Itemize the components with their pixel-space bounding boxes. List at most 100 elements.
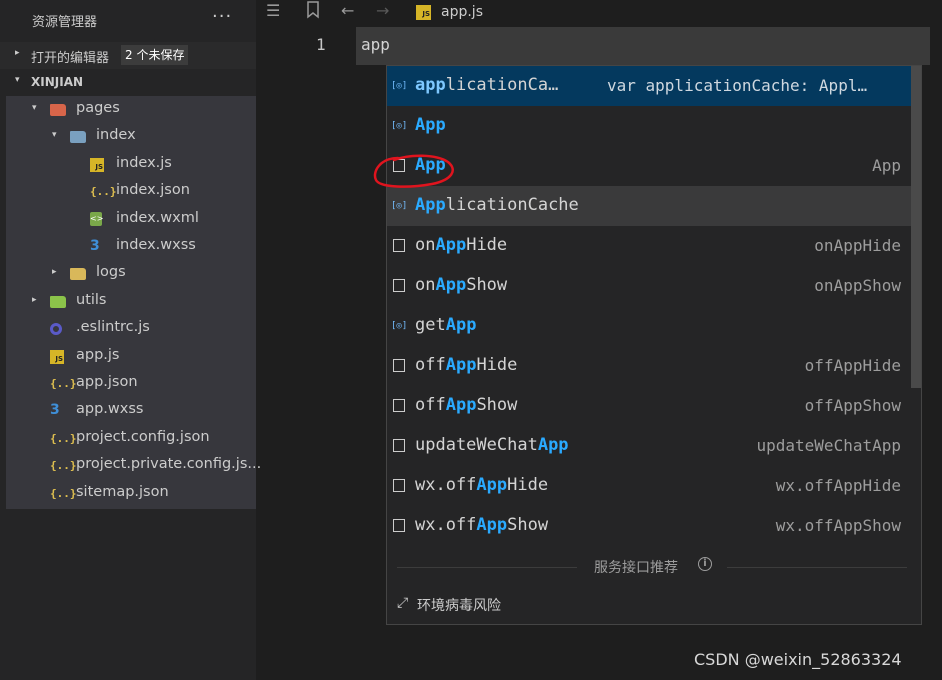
tree-item[interactable]: .eslintrc.js [6, 315, 256, 342]
suggestion-label: updateWeChatApp [415, 435, 569, 455]
suggestion-item[interactable]: offAppHide offAppHide [387, 346, 911, 386]
variable-icon: [◎] [391, 121, 408, 131]
tree-item[interactable]: JS index.js [6, 151, 256, 178]
tree-item[interactable]: <> index.wxml [6, 206, 256, 233]
suggestion-detail: onAppShow [814, 276, 901, 295]
info-icon[interactable]: i [698, 557, 712, 571]
chevron-right-icon: ▸ [32, 294, 37, 305]
more-actions-icon[interactable]: ··· [212, 6, 232, 27]
css-file-icon: 3 [50, 402, 60, 419]
js-file-icon: JS [90, 157, 104, 172]
breadcrumb-file[interactable]: app.js [441, 4, 483, 20]
external-link-icon: ⤢ [397, 595, 409, 611]
module-icon [393, 359, 405, 372]
tree-item-label: project.config.json [76, 428, 210, 445]
folder-green-icon [50, 295, 66, 308]
open-editors-label: 打开的编辑器 [31, 51, 110, 66]
tree-item-label: .eslintrc.js [76, 319, 150, 336]
tree-item-label: utils [76, 291, 107, 308]
tree-item-label: app.wxss [76, 401, 144, 418]
suggestion-item[interactable]: onAppShow onAppShow [387, 266, 911, 306]
suggestion-label: offAppHide [415, 355, 517, 375]
tree-item[interactable]: ▸ utils [6, 288, 256, 315]
module-icon [393, 439, 405, 452]
suggestion-item[interactable]: [◎] App [387, 106, 911, 146]
suggestion-item[interactable]: [◎] getApp [387, 306, 911, 346]
tree-item[interactable]: ▾ index [6, 123, 256, 150]
divider [397, 567, 577, 568]
label-rest: Show [507, 515, 549, 535]
eslint-file-icon [50, 323, 62, 336]
tree-item[interactable]: {..} sitemap.json [6, 480, 256, 507]
js-file-icon: JS [416, 5, 431, 20]
forward-arrow-icon[interactable]: → [376, 1, 389, 20]
tree-item-label: sitemap.json [76, 483, 169, 500]
suggestion-item[interactable]: App App [387, 146, 911, 186]
label-rest: Hide [466, 235, 508, 255]
suggest-scrollbar[interactable] [911, 66, 921, 388]
suggestion-detail: offAppHide [804, 356, 901, 375]
tree-item[interactable]: {..} index.json [6, 178, 256, 205]
suggestion-detail: updateWeChatApp [756, 436, 902, 455]
list-icon[interactable]: ☰ [266, 1, 280, 20]
folder-red-open-icon [50, 104, 66, 116]
label-match: App [537, 435, 569, 455]
project-section[interactable]: ▾ XINJIAN [0, 69, 256, 96]
label-match: App [445, 395, 477, 415]
unsaved-badge: 2 个未保存 [121, 45, 189, 65]
suggestion-item[interactable]: wx.offAppShow wx.offAppShow [387, 506, 911, 546]
suggestion-item[interactable]: updateWeChatApp updateWeChatApp [387, 426, 911, 466]
suggestion-label: ApplicationCache [415, 195, 579, 215]
suggestion-label: onAppShow [415, 275, 507, 295]
chevron-down-icon: ▾ [15, 75, 20, 85]
tree-item[interactable]: ▾ pages [6, 96, 256, 123]
suggestion-label: offAppShow [415, 395, 517, 415]
label-match: App [476, 515, 508, 535]
json-file-icon: {..} [50, 459, 77, 473]
tree-item[interactable]: ▸ logs [6, 260, 256, 287]
json-file-icon: {..} [90, 185, 117, 199]
label-prefix: get [415, 315, 446, 335]
tree-item[interactable]: 3 app.wxss [6, 397, 256, 424]
label-match: App [476, 475, 508, 495]
json-file-icon: {..} [50, 377, 77, 390]
tree-item-label: app.json [76, 374, 138, 390]
suggestion-detail: onAppHide [814, 236, 901, 255]
editor-toolbar: ☰ ← → [256, 0, 942, 26]
suggestion-label: onAppHide [415, 235, 507, 255]
suggestion-item[interactable]: wx.offAppHide wx.offAppHide [387, 466, 911, 506]
chevron-right-icon: ▸ [15, 48, 20, 58]
label-match: app [415, 75, 446, 95]
tree-item[interactable]: 3 index.wxss [6, 233, 256, 260]
module-icon [393, 279, 405, 292]
tree-item[interactable]: {..} app.json [6, 370, 256, 397]
bookmark-icon[interactable] [306, 1, 320, 23]
suggestion-item[interactable]: onAppHide onAppHide [387, 226, 911, 266]
tree-item[interactable]: JS app.js [6, 343, 256, 370]
divider [727, 567, 907, 568]
module-icon [393, 519, 405, 532]
label-match: App [445, 315, 477, 335]
suggest-widget: wx.offAppShow wx.offAppShow wx.offAppHide w… [386, 65, 922, 625]
variable-icon: [◎] [391, 201, 408, 211]
label-prefix: on [415, 235, 436, 255]
module-icon [393, 399, 405, 412]
variable-icon: [◎] [391, 81, 408, 91]
suggestion-detail: wx.offAppShow [775, 516, 901, 535]
suggestion-item[interactable]: [◎] ApplicationCache [387, 186, 911, 226]
suggestion-item[interactable]: offAppShow offAppShow [387, 386, 911, 426]
module-icon [393, 239, 405, 252]
tree-item[interactable]: {..} project.config.json [6, 425, 256, 452]
css-file-icon: 3 [90, 238, 100, 254]
label-match: App [415, 115, 446, 135]
suggest-footer-link[interactable]: 环境病毒风险 [417, 595, 501, 615]
suggestion-item[interactable]: [◎] applicationCa… var applicationCache: A… [387, 66, 911, 106]
suggestion-detail: offAppShow [804, 396, 901, 415]
module-icon [393, 479, 405, 492]
tree-item[interactable]: {..} project.private.config.js... [6, 452, 261, 479]
tree-item-label: index.wxss [116, 237, 196, 253]
back-arrow-icon[interactable]: ← [341, 1, 354, 20]
code-text[interactable]: app [361, 35, 390, 54]
label-prefix: wx.off [415, 475, 477, 495]
project-name: XINJIAN [31, 75, 84, 89]
